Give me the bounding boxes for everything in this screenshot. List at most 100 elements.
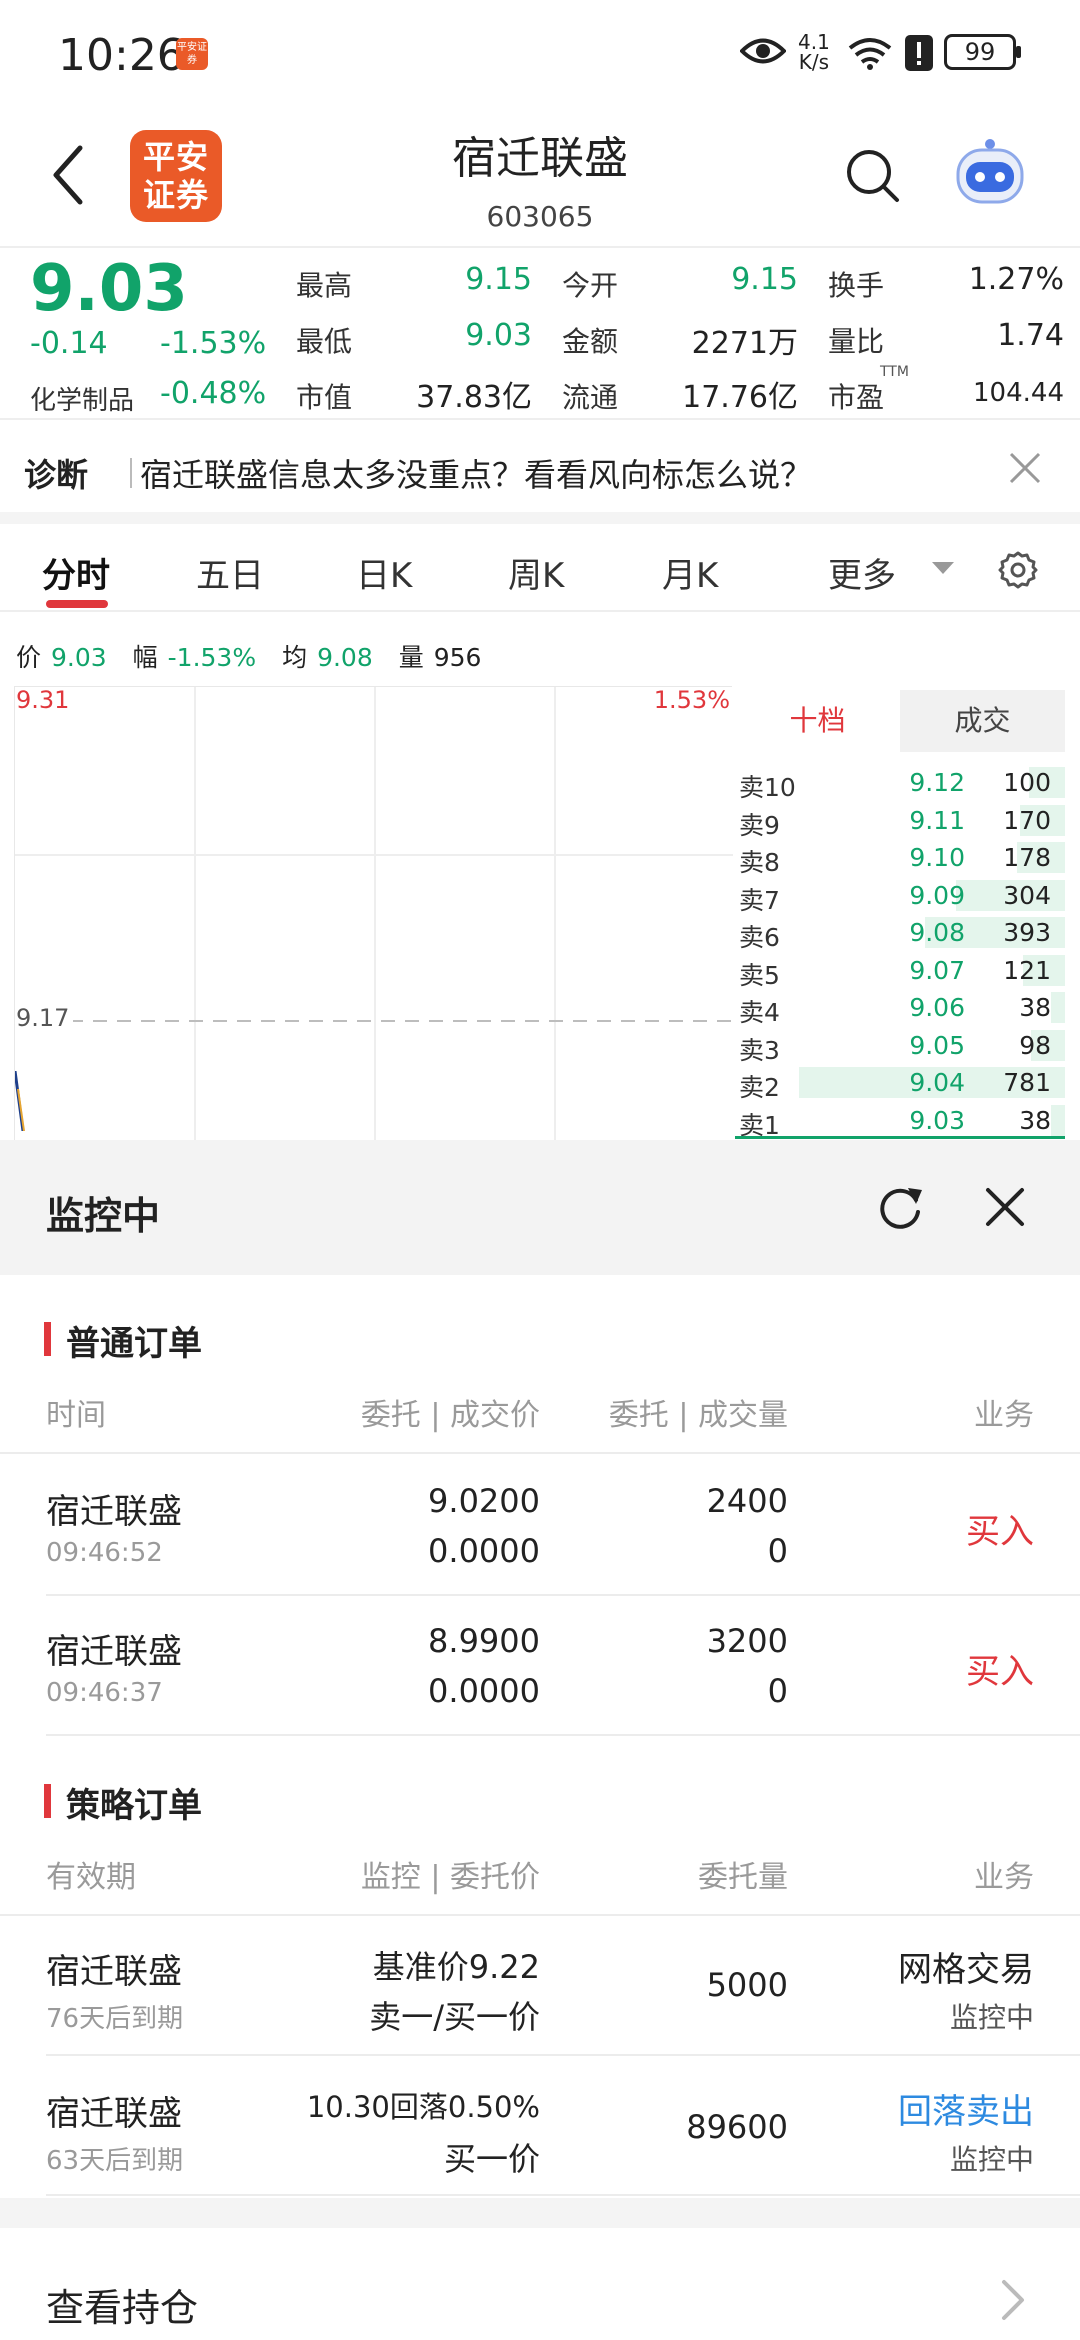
strategy-order-1-expiry: 76天后到期 (46, 2004, 184, 2034)
normal-order-1-deal-qty: 0 (767, 1532, 788, 1570)
quote-divider (0, 418, 1080, 420)
battery-level: 99 (964, 38, 996, 66)
tab-more[interactable]: 更多 (828, 548, 896, 597)
order-book-volume: 38 (1019, 1105, 1051, 1135)
pe-value: 104.44 (973, 378, 1064, 408)
order-book-level: 卖2 (739, 1073, 780, 1102)
normal-order-1-business: 买入 (966, 1512, 1034, 1552)
low-value: 9.03 (465, 318, 532, 353)
order-book-level: 卖4 (739, 998, 780, 1027)
order-book-price: 9.06 (909, 993, 965, 1022)
order-book-price: 9.04 (909, 1068, 965, 1097)
info-avg-label: 均 (282, 643, 308, 672)
market-cap-value: 37.83亿 (416, 380, 532, 415)
order-book-row[interactable]: 卖9 9.11 170 (735, 802, 1065, 840)
order-book-volume: 121 (1003, 955, 1051, 985)
robot-assistant-icon[interactable] (950, 138, 1030, 208)
tab-five-day[interactable]: 五日 (196, 548, 264, 597)
volume-ratio-label: 量比 (828, 325, 885, 358)
current-price: 9.03 (30, 252, 188, 326)
normal-order-2-order-qty: 3200 (706, 1622, 788, 1660)
order-book-row[interactable]: 卖6 9.08 393 (735, 914, 1065, 952)
broker-logo: 平安证券 (130, 130, 222, 222)
volume-ratio-value: 1.74 (997, 318, 1064, 353)
open-value: 9.15 (731, 262, 798, 297)
status-time: 10:26 (58, 30, 185, 81)
order-book-level: 卖3 (739, 1035, 780, 1065)
intraday-chart[interactable] (14, 686, 733, 1142)
close-icon[interactable] (980, 1182, 1030, 1232)
order-book-level: 卖7 (739, 885, 780, 915)
normal-col-business: 业务 (974, 1398, 1034, 1433)
battery-icon: 99 (944, 34, 1016, 70)
amount-label: 金额 (562, 325, 619, 358)
normal-order-1-order-qty: 2400 (706, 1482, 788, 1520)
order-book-row[interactable]: 卖1 9.03 38 (735, 1102, 1065, 1140)
order-book-row[interactable]: 卖7 9.09 304 (735, 877, 1065, 915)
order-book-row[interactable]: 卖8 9.10 178 (735, 839, 1065, 877)
pe-label: 市盈 (828, 381, 885, 414)
gear-icon[interactable] (998, 550, 1038, 590)
turnover-value: 1.27% (968, 262, 1064, 297)
wifi-icon (848, 38, 892, 70)
tab-weekly-k[interactable]: 周K (508, 548, 564, 597)
battery-tip (1016, 46, 1021, 58)
tab-intraday[interactable]: 分时 (42, 548, 110, 597)
intraday-info-line: 价 9.03 幅 -1.53% 均 9.08 量 956 (16, 638, 491, 674)
chevron-right-icon (1002, 2280, 1024, 2320)
back-arrow-icon[interactable] (44, 140, 94, 210)
strategy-order-2-status: 监控中 (949, 2143, 1034, 2176)
diagnosis-banner-text[interactable]: 宿迁联盛信息太多没重点？看看风向标怎么说？ (140, 450, 812, 496)
normal-order-2-business: 买入 (966, 1652, 1034, 1692)
strategy-col-business: 业务 (974, 1860, 1034, 1895)
normal-order-2-order-price: 8.9900 (428, 1622, 540, 1660)
order-book-price: 9.10 (909, 843, 965, 872)
price-line (15, 1071, 25, 1131)
search-icon[interactable] (845, 148, 901, 204)
tab-monthly-k[interactable]: 月K (662, 548, 718, 597)
info-range: -1.53% (167, 643, 257, 672)
active-tab-indicator (46, 600, 108, 608)
order-book-row[interactable]: 卖4 9.06 38 (735, 989, 1065, 1027)
order-book-price: 9.07 (909, 955, 965, 985)
diagnosis-close-icon[interactable] (1005, 448, 1045, 488)
chart-grid (15, 687, 733, 1142)
order-book-row[interactable]: 卖2 9.04 781 (735, 1064, 1065, 1102)
order-book-row[interactable]: 卖5 9.07 121 (735, 952, 1065, 990)
order-book-price: 9.03 (909, 1105, 965, 1135)
monitor-title: 监控中 (46, 1194, 161, 1238)
app-notification-icon: 平安证券 (176, 38, 208, 70)
order-book-volume-bar (1051, 1104, 1065, 1136)
order-book-volume-bar (1051, 992, 1065, 1023)
strategy-order-1-name: 宿迁联盛 (46, 1952, 182, 1992)
strategy-order-1-status: 监控中 (949, 2001, 1034, 2034)
market-cap-label: 市值 (296, 381, 353, 414)
strategy-order-1-business: 网格交易 (898, 1950, 1034, 1990)
order-book-volume: 304 (1003, 880, 1051, 910)
high-value: 9.15 (465, 262, 532, 297)
open-label: 今开 (562, 269, 619, 302)
strategy-order-2-business[interactable]: 回落卖出 (860, 2084, 1034, 2133)
strategy-order-2-expiry: 63天后到期 (46, 2146, 184, 2176)
order-book-tab-ten-level[interactable]: 十档 (735, 690, 900, 752)
tab-daily-k[interactable]: 日K (356, 548, 412, 597)
net-speed-unit: K/s (798, 50, 830, 74)
normal-order-1-order-price: 9.0200 (428, 1482, 540, 1520)
order-book-row[interactable]: 卖3 9.05 98 (735, 1027, 1065, 1065)
order-book-price: 9.12 (909, 768, 965, 797)
info-price-label: 价 (16, 643, 42, 672)
refresh-icon[interactable] (872, 1180, 928, 1236)
industry-name[interactable]: 化学制品 (30, 380, 134, 417)
chart-top-pct: 1.53% (653, 686, 730, 714)
order-book-volume: 98 (1019, 1030, 1051, 1060)
order-book-level: 卖10 (739, 773, 796, 802)
order-book-tab-trades[interactable]: 成交 (900, 690, 1065, 752)
normal-order-2-deal-price: 0.0000 (428, 1672, 540, 1710)
app-badge-text: 平安证券 (177, 42, 207, 66)
order-book-volume: 178 (1003, 843, 1051, 872)
normal-orders-marker (44, 1322, 51, 1356)
stock-code: 603065 (486, 200, 594, 233)
order-book-row[interactable]: 卖10 9.12 100 (735, 764, 1065, 802)
info-price: 9.03 (51, 643, 107, 672)
more-dropdown-icon[interactable] (930, 560, 956, 576)
